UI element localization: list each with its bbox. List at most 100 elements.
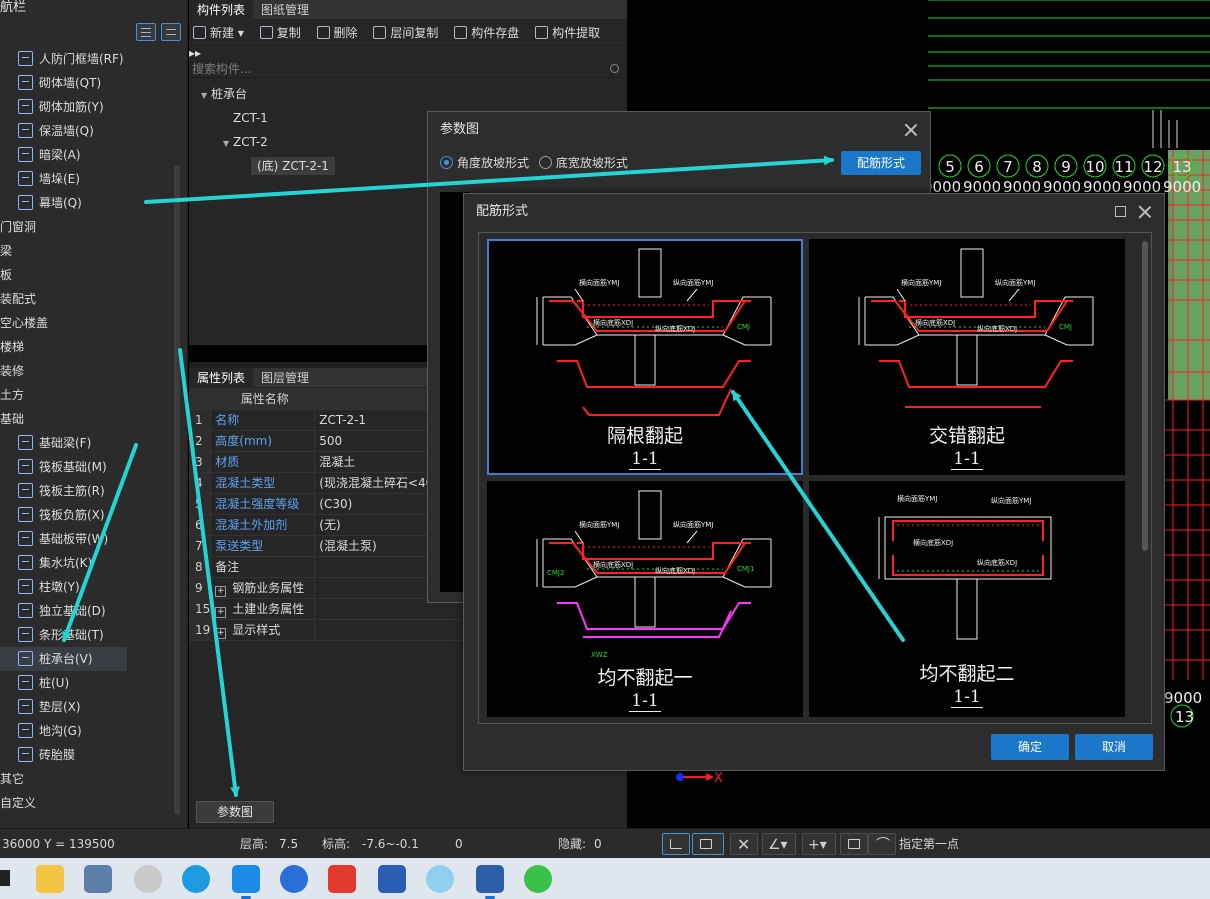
close-icon[interactable] (1138, 205, 1152, 219)
component-save-button[interactable]: 构件存盘 (454, 20, 519, 45)
nav-item-label: 基础 (0, 412, 25, 426)
rebar-option-3[interactable]: 横向面筋YMJ 纵向面筋YMJ 横向底筋XDJ 纵向底筋XDJ CMJ1 CMJ2 XWZ 均… (487, 481, 803, 717)
delete-button[interactable]: 删除 (316, 20, 358, 45)
nav-item-5[interactable]: 墙垛(E) (0, 167, 175, 191)
nav-item-31[interactable]: 自定义 (0, 791, 175, 815)
nav-item-label: 人防门框墙(RF) (39, 52, 124, 66)
search-app-icon[interactable] (280, 865, 308, 893)
nav-item-label: 集水坑(K) (39, 556, 93, 570)
nav-item-label: 门窗洞 (0, 220, 37, 234)
tab-component-list[interactable]: 构件列表 (189, 0, 254, 20)
nav-item-30[interactable]: 其它 (0, 767, 175, 791)
rebar-option-4[interactable]: 横向面筋YMJ 纵向面筋YMJ 横向底筋XDJ 纵向底筋XDJ 均不翻起二 1-1 (809, 481, 1125, 717)
rebar-grid-scrollbar[interactable] (1142, 241, 1148, 551)
nav-item-27[interactable]: 垫层(X) (0, 695, 175, 719)
toolbar-overflow-button[interactable]: ▸▸ (189, 46, 627, 60)
nav-item-29[interactable]: 砖胎膜 (0, 743, 175, 767)
expand-icon[interactable]: + (215, 606, 227, 618)
floor-copy-button[interactable]: 层间复制 (373, 20, 438, 45)
list-view-button[interactable] (136, 23, 156, 41)
cad-app-icon[interactable] (476, 865, 504, 899)
slope-mode-group: 角度放坡形式 底宽放坡形式 (440, 154, 628, 171)
nav-item-12[interactable]: 楼梯 (0, 335, 175, 359)
tab-layer-manage[interactable]: 图层管理 (253, 368, 317, 388)
file-explorer-icon[interactable] (36, 865, 64, 893)
nav-item-23[interactable]: 独立基础(D) (0, 599, 175, 623)
cancel-button[interactable]: 取消 (1075, 734, 1153, 760)
cross-toggle[interactable]: ✕ (730, 833, 758, 855)
svg-text:横向底筋XDJ: 横向底筋XDJ (593, 318, 633, 327)
nav-item-25[interactable]: 桩承台(V) (0, 647, 127, 671)
nav-item-7[interactable]: 门窗洞 (0, 215, 175, 239)
nav-item-14[interactable]: 土方 (0, 383, 175, 407)
arc-toggle[interactable]: ⌒ (868, 833, 896, 855)
nav-item-16[interactable]: 基础梁(F) (0, 431, 175, 455)
nav-scrollbar[interactable] (174, 165, 180, 815)
rebar-option-1[interactable]: 横向面筋YMJ 纵向面筋YMJ 横向底筋XDJ 纵向底筋XDJ CMJ 隔根翻起 1-1 (487, 239, 803, 475)
copy-button[interactable]: 复制 (259, 20, 301, 45)
property-name: 土建业务属性 (232, 601, 305, 616)
nav-item-28[interactable]: 地沟(G) (0, 719, 175, 743)
nav-item-21[interactable]: 集水坑(K) (0, 551, 175, 575)
nav-item-label: 空心楼盖 (0, 316, 49, 330)
wps-office-icon[interactable] (328, 865, 356, 893)
new-button[interactable]: 新建 ▾ (193, 20, 244, 45)
mascot-app-icon[interactable] (134, 865, 162, 893)
insert-point-toggle[interactable]: +▾ (802, 833, 836, 855)
nav-item-label: 板 (0, 268, 13, 282)
nav-item-24[interactable]: 条形基础(T) (0, 623, 175, 647)
photo-app-icon[interactable] (426, 865, 454, 893)
floor-copy-icon (373, 26, 387, 39)
nav-item-1[interactable]: 砌体墙(QT) (0, 71, 175, 95)
axis-number: 12 (1143, 158, 1162, 176)
nav-item-20[interactable]: 基础板带(W) (0, 527, 175, 551)
ortho-toggle[interactable] (662, 833, 690, 855)
radio-angle-slope[interactable]: 角度放坡形式 (440, 156, 529, 170)
edge-browser-icon[interactable] (182, 865, 210, 893)
nav-item-label: 桩承台(V) (39, 652, 93, 666)
nav-item-label: 独立基础(D) (39, 604, 106, 618)
maximize-icon[interactable] (1115, 206, 1126, 217)
expand-icon[interactable]: + (215, 585, 227, 597)
windows-start-icon[interactable] (0, 870, 10, 886)
display-toggle[interactable] (840, 833, 868, 855)
nav-item-2[interactable]: 砌体加筋(Y) (0, 95, 175, 119)
tree-node-pile-cap[interactable]: ▼ 桩承台 (189, 82, 627, 106)
nav-item-18[interactable]: 筏板主筋(R) (0, 479, 175, 503)
radio-width-slope[interactable]: 底宽放坡形式 (538, 156, 628, 170)
angle-toggle[interactable]: ∠▾ (762, 833, 796, 855)
nav-item-8[interactable]: 梁 (0, 239, 175, 263)
word-icon[interactable] (378, 865, 406, 893)
svg-text:XWZ: XWZ (591, 651, 608, 659)
nav-item-22[interactable]: 柱墩(Y) (0, 575, 175, 599)
tab-drawing-manage[interactable]: 图纸管理 (253, 0, 317, 20)
nav-item-4[interactable]: 暗梁(A) (0, 143, 175, 167)
expand-icon[interactable]: + (215, 627, 227, 639)
rebar-option-2[interactable]: 横向面筋YMJ 纵向面筋YMJ 横向底筋XDJ 纵向底筋XDJ CMJ 交错翻起 1-1 (809, 239, 1125, 475)
nav-item-15[interactable]: 基础 (0, 407, 175, 431)
glodon-t-app-icon[interactable] (232, 865, 260, 899)
component-extract-button[interactable]: 构件提取 (535, 20, 600, 45)
nav-item-26[interactable]: 桩(U) (0, 671, 175, 695)
nav-item-11[interactable]: 空心楼盖 (0, 311, 175, 335)
rebar-form-button[interactable]: 配筋形式 (841, 151, 921, 175)
nav-item-13[interactable]: 装修 (0, 359, 175, 383)
tab-property-list[interactable]: 属性列表 (189, 368, 254, 388)
nav-item-3[interactable]: 保温墙(Q) (0, 119, 175, 143)
nav-item-17[interactable]: 筏板基础(M) (0, 455, 175, 479)
nav-item-10[interactable]: 装配式 (0, 287, 175, 311)
component-search-input[interactable]: 搜索构件... (189, 60, 627, 78)
nav-item-19[interactable]: 筏板负筋(X) (0, 503, 175, 527)
nav-item-9[interactable]: 板 (0, 263, 175, 287)
nav-item-0[interactable]: 人防门框墙(RF) (0, 47, 175, 71)
foundation-beam-icon (18, 435, 33, 450)
ok-button[interactable]: 确定 (991, 734, 1069, 760)
close-icon[interactable] (904, 123, 918, 137)
section-label: 1-1 (951, 687, 983, 708)
drawing-app-icon[interactable] (84, 865, 112, 893)
nav-item-6[interactable]: 幕墙(Q) (0, 191, 175, 215)
wechat-icon[interactable] (524, 865, 552, 893)
snap-toggle[interactable] (692, 833, 724, 855)
param-diagram-button[interactable]: 参数图 (196, 801, 274, 823)
detail-view-button[interactable] (161, 23, 181, 41)
